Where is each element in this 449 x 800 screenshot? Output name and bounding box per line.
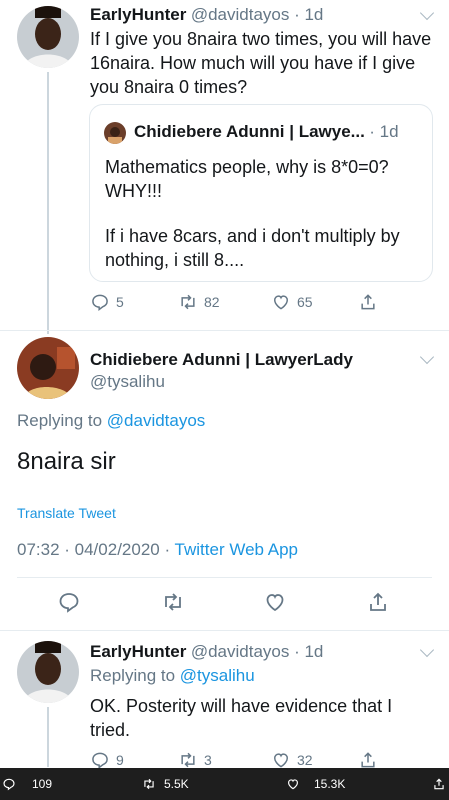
avatar[interactable] (17, 641, 79, 703)
quote-avatar (104, 122, 126, 144)
author-name[interactable]: EarlyHunter (90, 5, 186, 24)
tweet-header: EarlyHunter @davidtayos · 1d (90, 642, 323, 662)
avatar-photo-icon (17, 6, 79, 68)
bar-retweet-button[interactable]: 5.5K (142, 768, 189, 800)
retweet-button[interactable]: 3 (178, 750, 212, 770)
share-icon (370, 592, 386, 611)
reply-count: 5 (116, 294, 124, 310)
bar-like-count: 15.3K (314, 777, 346, 791)
like-count: 32 (297, 752, 313, 768)
bar-share-button[interactable] (432, 768, 446, 800)
bar-reply-button[interactable]: 109 (2, 768, 52, 800)
reply-icon (59, 593, 79, 613)
like-count: 65 (297, 294, 313, 310)
avatar-photo-icon (17, 641, 79, 703)
tweet-text: If I give you 8naira two times, you will… (90, 29, 432, 97)
bar-reply-count: 109 (32, 777, 53, 791)
replying-to: Replying to @tysalihu (90, 666, 255, 686)
divider (0, 330, 449, 331)
chevron-down-icon[interactable] (419, 642, 435, 658)
like-button[interactable]: 32 (271, 750, 313, 770)
retweet-count: 3 (204, 752, 212, 768)
heart-icon (266, 594, 284, 612)
reply-button[interactable]: 5 (90, 292, 124, 312)
reply-count: 9 (116, 752, 124, 768)
quote-time: · 1d (369, 122, 399, 141)
retweet-button[interactable]: 82 (178, 292, 220, 312)
heart-icon (288, 779, 298, 790)
tweet-text: 8naira sir (17, 448, 116, 475)
quote-author-name: Chidiebere Adunni | Lawye... (134, 122, 365, 141)
divider (0, 630, 449, 631)
quote-text-line1: Mathematics people, why is 8*0=0? WHY!!! (105, 157, 389, 201)
author-name[interactable]: Chidiebere Adunni | LawyerLady (90, 350, 353, 370)
bar-like-button[interactable]: 15.3K (286, 768, 345, 800)
retweet-button[interactable] (161, 590, 185, 614)
replying-to-handle[interactable]: @tysalihu (180, 666, 255, 685)
retweet-icon (181, 752, 195, 768)
reply-button[interactable] (57, 590, 81, 614)
tweet-header: EarlyHunter @davidtayos · 1d (90, 5, 323, 25)
share-icon (434, 778, 444, 790)
heart-icon (273, 753, 289, 768)
divider (17, 577, 432, 578)
share-button[interactable] (358, 750, 378, 770)
avatar[interactable] (17, 337, 79, 399)
thread-line (47, 72, 49, 334)
author-handle[interactable]: @davidtayos · 1d (191, 5, 324, 24)
reply-icon (92, 294, 108, 312)
retweet-icon (181, 294, 195, 310)
share-button[interactable] (366, 590, 390, 614)
quote-header: Chidiebere Adunni | Lawye... · 1d (134, 122, 399, 142)
like-button[interactable] (263, 590, 287, 614)
share-button[interactable] (358, 292, 378, 312)
thread-line (47, 707, 49, 767)
timestamp-text: 07:32 · 04/02/2020 · (17, 540, 175, 559)
avatar-photo-icon (17, 337, 79, 399)
bar-retweet-count: 5.5K (164, 777, 189, 791)
quote-avatar-icon (104, 122, 126, 144)
timestamp: 07:32 · 04/02/2020 · Twitter Web App (17, 540, 298, 560)
translate-tweet-link[interactable]: Translate Tweet (17, 505, 116, 521)
reply-button[interactable]: 9 (90, 750, 124, 770)
tweet-text: OK. Posterity will have evidence that I … (90, 696, 393, 740)
like-button[interactable]: 65 (271, 292, 313, 312)
avatar[interactable] (17, 6, 79, 68)
share-icon (361, 752, 375, 768)
quote-text-line2: If i have 8cars, and i don't multiply by… (105, 226, 400, 270)
author-handle[interactable]: @davidtayos · 1d (191, 642, 324, 661)
replying-to-label: Replying to (90, 666, 180, 685)
heart-icon (273, 295, 289, 310)
replying-to-handle[interactable]: @davidtayos (107, 411, 206, 430)
replying-to: Replying to @davidtayos (17, 411, 205, 431)
source-link[interactable]: Twitter Web App (175, 540, 298, 559)
share-icon (361, 294, 375, 310)
retweet-icon (165, 593, 181, 611)
retweet-icon (144, 778, 154, 790)
reply-icon (3, 778, 15, 791)
author-handle[interactable]: @tysalihu (90, 372, 165, 392)
chevron-down-icon[interactable] (419, 5, 435, 21)
chevron-down-icon[interactable] (419, 349, 435, 365)
engagement-bar: 109 5.5K 15.3K (0, 768, 449, 800)
retweet-count: 82 (204, 294, 220, 310)
author-name[interactable]: EarlyHunter (90, 642, 186, 661)
replying-to-label: Replying to (17, 411, 107, 430)
reply-icon (92, 752, 108, 770)
